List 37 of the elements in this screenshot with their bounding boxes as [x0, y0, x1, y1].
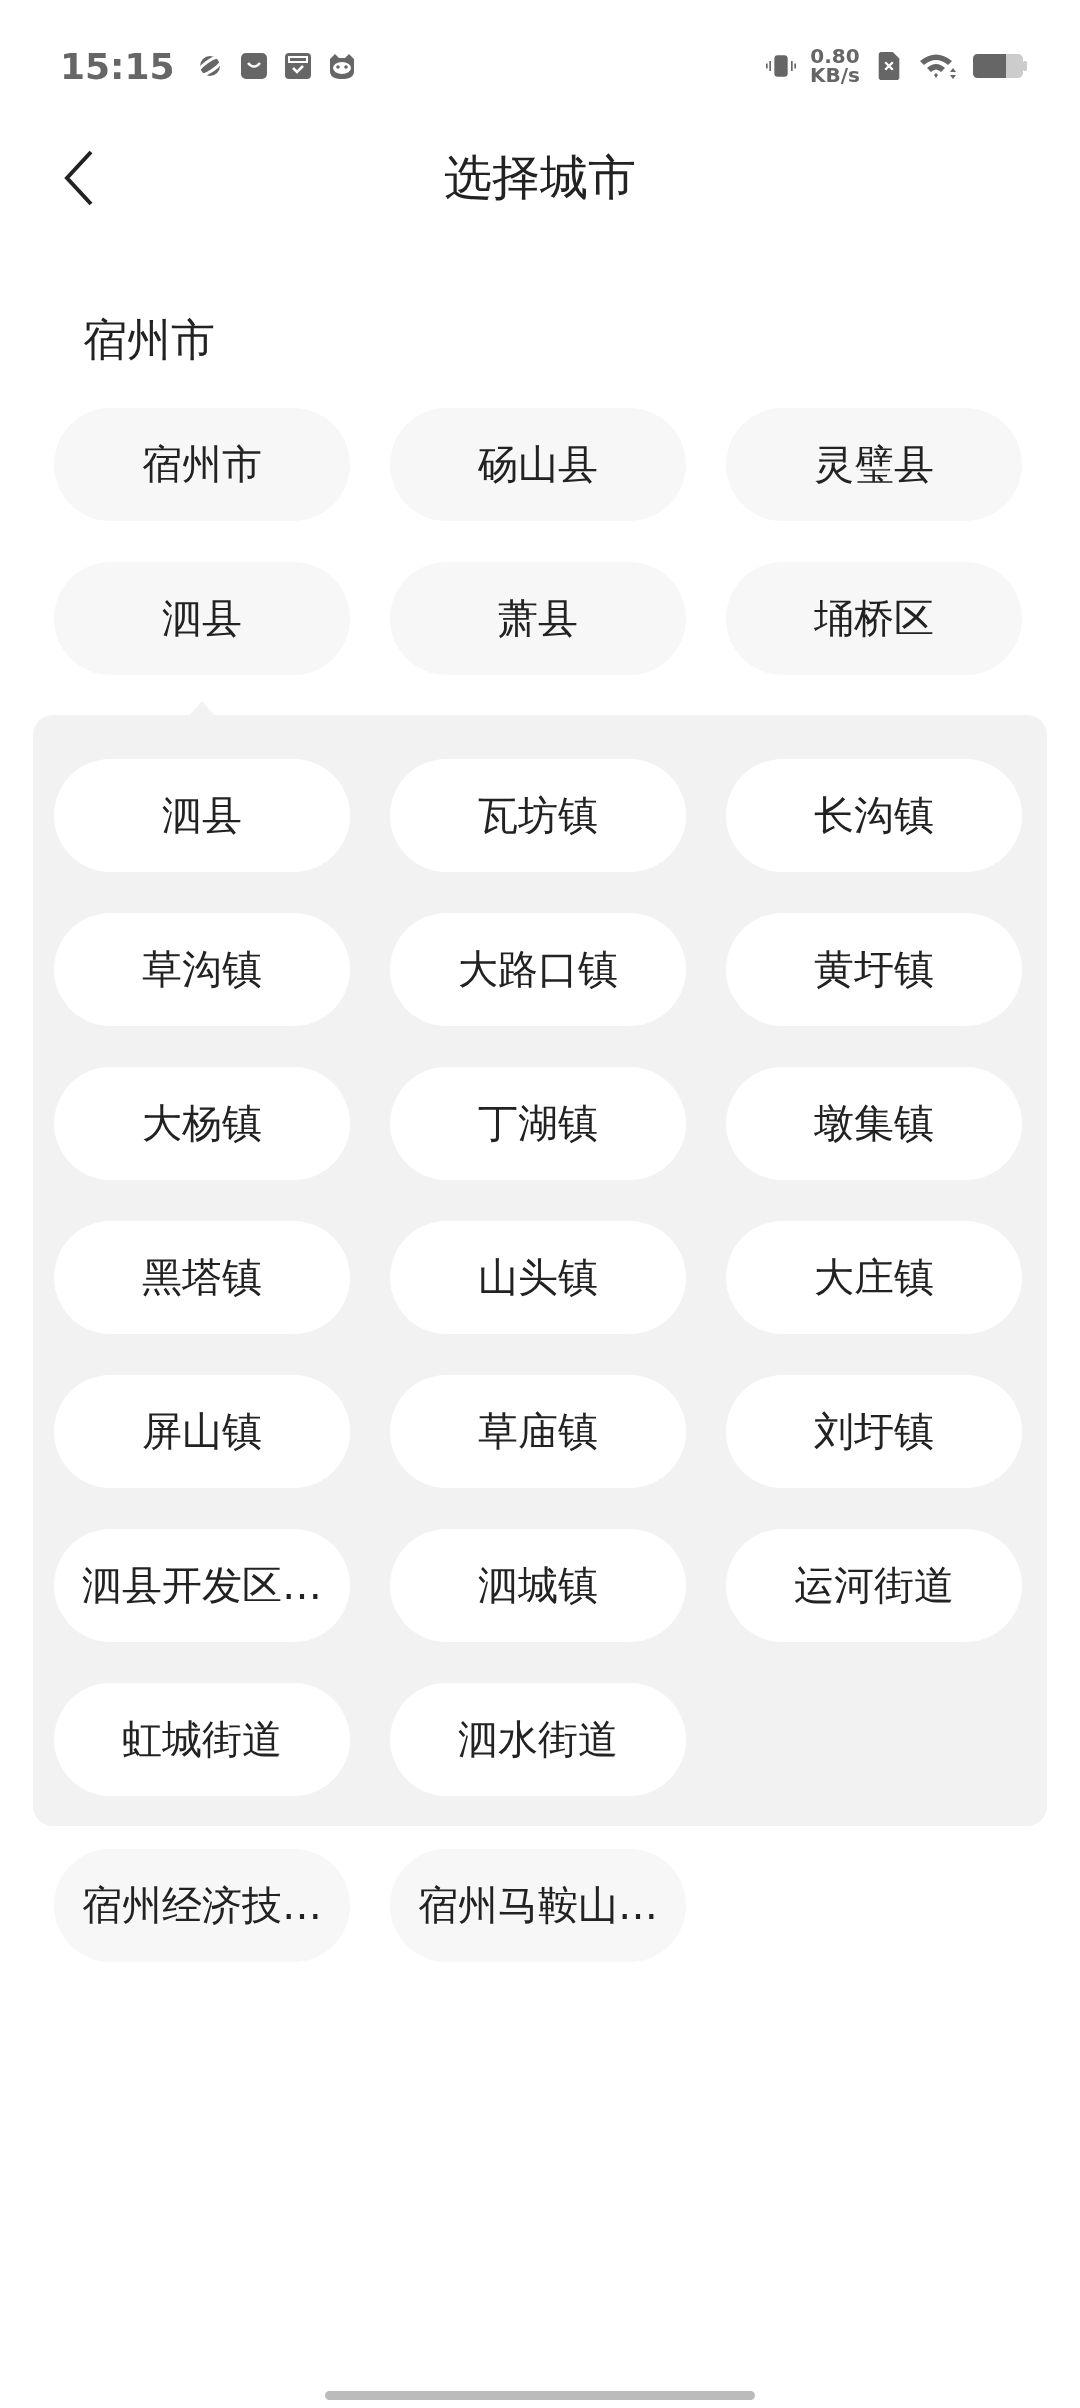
- battery-icon: [972, 51, 1028, 81]
- town-chip[interactable]: 泗县开发区…: [54, 1529, 350, 1642]
- district-chip[interactable]: 宿州市: [54, 408, 350, 521]
- district-chip[interactable]: 宿州马鞍山…: [390, 1849, 686, 1962]
- district-chip[interactable]: 砀山县: [390, 408, 686, 521]
- town-chip[interactable]: 泗县: [54, 759, 350, 872]
- shopping-bag-icon: [238, 51, 269, 81]
- town-chip[interactable]: 黑塔镇: [54, 1221, 350, 1334]
- town-chip[interactable]: 泗水街道: [390, 1683, 686, 1796]
- page-title: 选择城市: [444, 148, 636, 207]
- status-time: 15:15: [60, 45, 175, 87]
- district-chip[interactable]: 埇桥区: [726, 562, 1022, 675]
- town-chip[interactable]: 屏山镇: [54, 1375, 350, 1488]
- box-check-icon: [282, 51, 313, 81]
- town-chip[interactable]: 墩集镇: [726, 1067, 1022, 1180]
- district-chip[interactable]: 宿州经济技…: [54, 1849, 350, 1962]
- town-chip[interactable]: 瓦坊镇: [390, 759, 686, 872]
- district-chip[interactable]: 萧县: [390, 562, 686, 675]
- town-chip[interactable]: 山头镇: [390, 1221, 686, 1334]
- network-speed-unit: KB/s: [810, 66, 860, 85]
- town-chip[interactable]: 草庙镇: [390, 1375, 686, 1488]
- district-chip[interactable]: 泗县: [54, 562, 350, 675]
- town-chip[interactable]: 运河街道: [726, 1529, 1022, 1642]
- town-chip[interactable]: 草沟镇: [54, 913, 350, 1026]
- town-chip[interactable]: 黄圩镇: [726, 913, 1022, 1026]
- town-chip[interactable]: 丁湖镇: [390, 1067, 686, 1180]
- town-chip[interactable]: 大杨镇: [54, 1067, 350, 1180]
- back-icon[interactable]: [64, 150, 94, 206]
- town-chip[interactable]: 大路口镇: [390, 913, 686, 1026]
- section-title: 宿州市: [83, 313, 215, 367]
- town-chip[interactable]: 虹城街道: [54, 1683, 350, 1796]
- town-chip[interactable]: 泗城镇: [390, 1529, 686, 1642]
- town-chip[interactable]: 长沟镇: [726, 759, 1022, 872]
- town-chip[interactable]: 大庄镇: [726, 1221, 1022, 1334]
- network-speed: 0.80: [810, 47, 860, 66]
- district-chip[interactable]: 灵璧县: [726, 408, 1022, 521]
- town-chip[interactable]: 刘圩镇: [726, 1375, 1022, 1488]
